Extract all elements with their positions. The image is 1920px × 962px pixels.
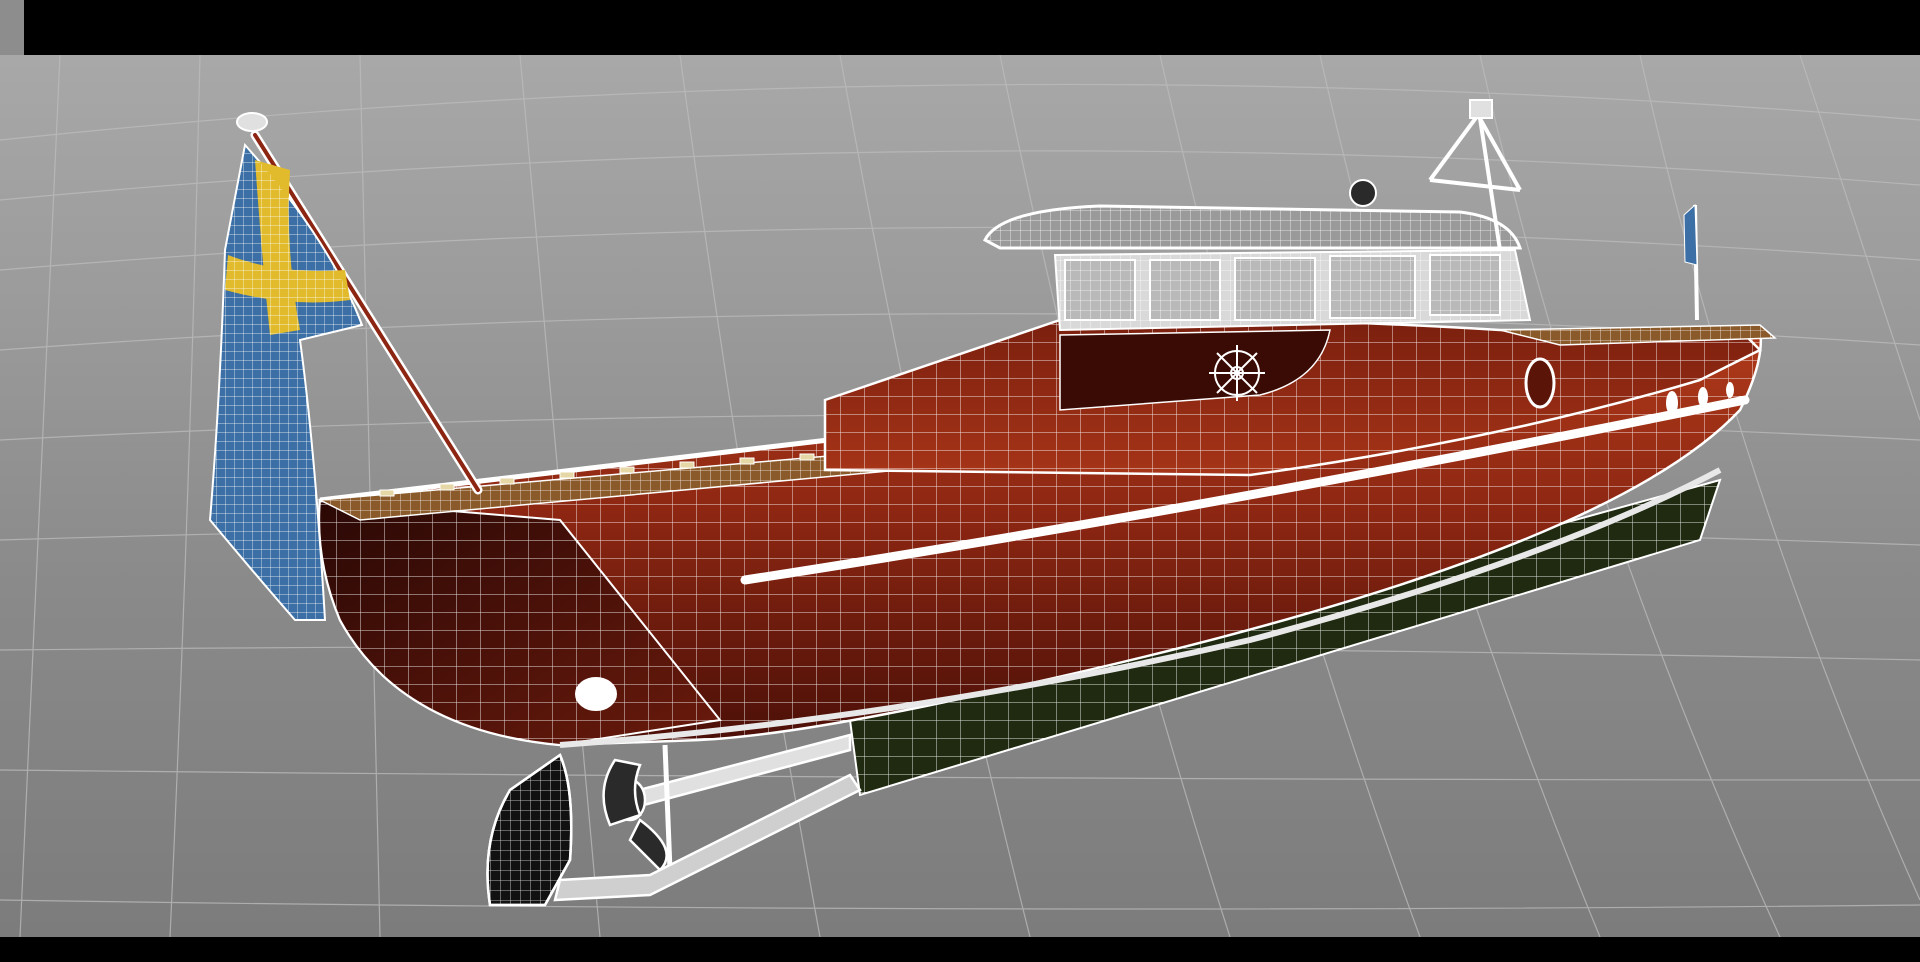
running-gear <box>486 733 862 907</box>
3d-viewport[interactable] <box>0 55 1920 937</box>
helm-wheel-icon <box>1209 345 1265 401</box>
status-bar <box>0 937 1920 962</box>
viewport-edge <box>0 0 24 55</box>
wheelhouse <box>983 99 1532 332</box>
top-toolbar <box>24 0 1920 55</box>
boat-wireframe-render[interactable] <box>0 55 1920 937</box>
